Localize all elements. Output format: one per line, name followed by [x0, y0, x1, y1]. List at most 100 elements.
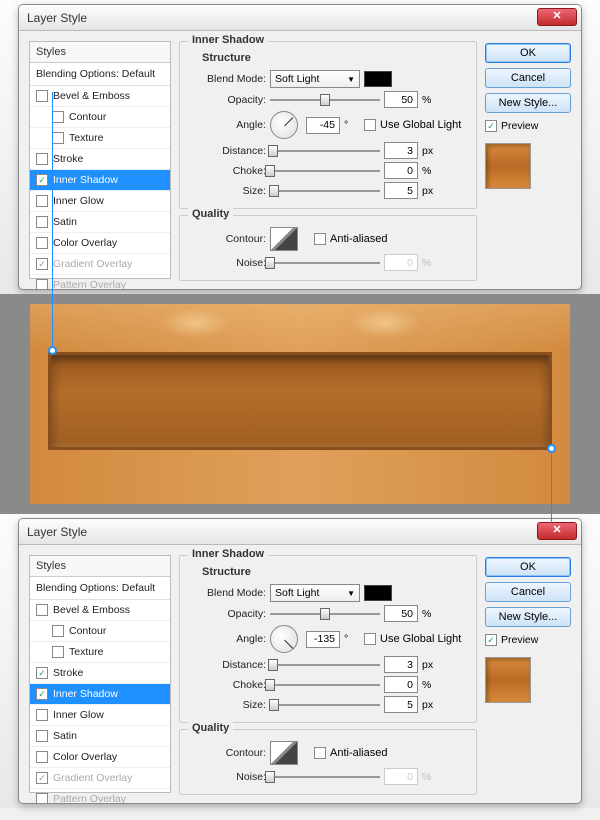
checkbox[interactable]: [36, 751, 48, 763]
distance-slider[interactable]: [270, 658, 380, 672]
blend-mode-dropdown[interactable]: Soft Light▼: [270, 584, 360, 602]
style-color-overlay[interactable]: Color Overlay: [30, 747, 170, 768]
style-bevel-emboss[interactable]: Bevel & Emboss: [30, 600, 170, 621]
checkbox[interactable]: [36, 279, 48, 289]
checkbox[interactable]: [36, 730, 48, 742]
choke-slider[interactable]: [270, 164, 380, 178]
global-light-checkbox[interactable]: [364, 119, 376, 131]
blend-mode-label: Blend Mode:: [190, 587, 266, 599]
checkbox[interactable]: [36, 709, 48, 721]
checkbox[interactable]: [52, 132, 64, 144]
style-pattern-overlay[interactable]: Pattern Overlay: [30, 275, 170, 289]
preview-toggle[interactable]: Preview: [485, 120, 571, 132]
style-contour[interactable]: Contour: [30, 107, 170, 128]
global-light-checkbox[interactable]: [364, 633, 376, 645]
choke-slider[interactable]: [270, 678, 380, 692]
choke-input[interactable]: 0: [384, 162, 418, 179]
style-bevel-emboss[interactable]: Bevel & Emboss: [30, 86, 170, 107]
antialiased-label: Anti-aliased: [330, 233, 387, 245]
checkbox[interactable]: [52, 111, 64, 123]
checkbox[interactable]: [36, 174, 48, 186]
distance-input[interactable]: 3: [384, 656, 418, 673]
style-texture[interactable]: Texture: [30, 128, 170, 149]
new-style-button[interactable]: New Style...: [485, 93, 571, 113]
checkbox[interactable]: [52, 625, 64, 637]
size-label: Size:: [190, 699, 266, 711]
style-inner-shadow[interactable]: Inner Shadow: [30, 170, 170, 191]
angle-label: Angle:: [190, 119, 266, 131]
angle-input[interactable]: -45: [306, 117, 340, 134]
style-satin[interactable]: Satin: [30, 726, 170, 747]
noise-input[interactable]: 0: [384, 768, 418, 785]
style-satin[interactable]: Satin: [30, 212, 170, 233]
opacity-label: Opacity:: [190, 608, 266, 620]
opacity-slider[interactable]: [270, 93, 380, 107]
checkbox[interactable]: [36, 688, 48, 700]
checkbox[interactable]: [36, 604, 48, 616]
noise-input[interactable]: 0: [384, 254, 418, 271]
shadow-color-swatch[interactable]: [364, 585, 392, 601]
style-pattern-overlay[interactable]: Pattern Overlay: [30, 789, 170, 803]
angle-dial[interactable]: [270, 111, 298, 139]
choke-label: Choke:: [190, 165, 266, 177]
style-inner-shadow[interactable]: Inner Shadow: [30, 684, 170, 705]
checkbox[interactable]: [36, 90, 48, 102]
choke-input[interactable]: 0: [384, 676, 418, 693]
distance-input[interactable]: 3: [384, 142, 418, 159]
style-stroke[interactable]: Stroke: [30, 149, 170, 170]
noise-slider[interactable]: [270, 770, 380, 784]
settings-panel: Inner Shadow Structure Blend Mode: Soft …: [179, 41, 477, 279]
global-light-label: Use Global Light: [380, 119, 461, 131]
checkbox[interactable]: [36, 667, 48, 679]
cancel-button[interactable]: Cancel: [485, 68, 571, 88]
angle-dial[interactable]: [270, 625, 298, 653]
checkbox[interactable]: [36, 237, 48, 249]
size-slider[interactable]: [270, 698, 380, 712]
close-button[interactable]: ✕: [537, 522, 577, 540]
noise-slider[interactable]: [270, 256, 380, 270]
preview-toggle[interactable]: Preview: [485, 634, 571, 646]
checkbox[interactable]: [36, 793, 48, 803]
cancel-button[interactable]: Cancel: [485, 582, 571, 602]
checkbox[interactable]: [36, 216, 48, 228]
close-button[interactable]: ✕: [537, 8, 577, 26]
checkbox[interactable]: [485, 634, 497, 646]
style-contour[interactable]: Contour: [30, 621, 170, 642]
shadow-color-swatch[interactable]: [364, 71, 392, 87]
antialiased-checkbox[interactable]: [314, 747, 326, 759]
checkbox[interactable]: [52, 646, 64, 658]
distance-slider[interactable]: [270, 144, 380, 158]
angle-input[interactable]: -135: [306, 631, 340, 648]
size-input[interactable]: 5: [384, 696, 418, 713]
new-style-button[interactable]: New Style...: [485, 607, 571, 627]
opacity-slider[interactable]: [270, 607, 380, 621]
contour-picker[interactable]: [270, 227, 298, 251]
style-stroke[interactable]: Stroke: [30, 663, 170, 684]
size-input[interactable]: 5: [384, 182, 418, 199]
checkbox[interactable]: [36, 772, 48, 784]
style-inner-glow[interactable]: Inner Glow: [30, 191, 170, 212]
group-legend: Inner Shadow: [188, 34, 268, 46]
checkbox[interactable]: [36, 153, 48, 165]
distance-label: Distance:: [190, 145, 266, 157]
style-gradient-overlay[interactable]: Gradient Overlay: [30, 254, 170, 275]
blending-options[interactable]: Blending Options: Default: [30, 63, 170, 86]
style-gradient-overlay[interactable]: Gradient Overlay: [30, 768, 170, 789]
dialog-buttons: OK Cancel New Style... Preview: [485, 41, 571, 279]
antialiased-checkbox[interactable]: [314, 233, 326, 245]
ok-button[interactable]: OK: [485, 43, 571, 63]
blending-options[interactable]: Blending Options: Default: [30, 577, 170, 600]
checkbox[interactable]: [36, 258, 48, 270]
blend-mode-dropdown[interactable]: Soft Light▼: [270, 70, 360, 88]
opacity-input[interactable]: 50: [384, 91, 418, 108]
style-texture[interactable]: Texture: [30, 642, 170, 663]
structure-subhead: Structure: [202, 52, 466, 64]
style-color-overlay[interactable]: Color Overlay: [30, 233, 170, 254]
checkbox[interactable]: [485, 120, 497, 132]
opacity-input[interactable]: 50: [384, 605, 418, 622]
checkbox[interactable]: [36, 195, 48, 207]
size-slider[interactable]: [270, 184, 380, 198]
contour-picker[interactable]: [270, 741, 298, 765]
style-inner-glow[interactable]: Inner Glow: [30, 705, 170, 726]
ok-button[interactable]: OK: [485, 557, 571, 577]
